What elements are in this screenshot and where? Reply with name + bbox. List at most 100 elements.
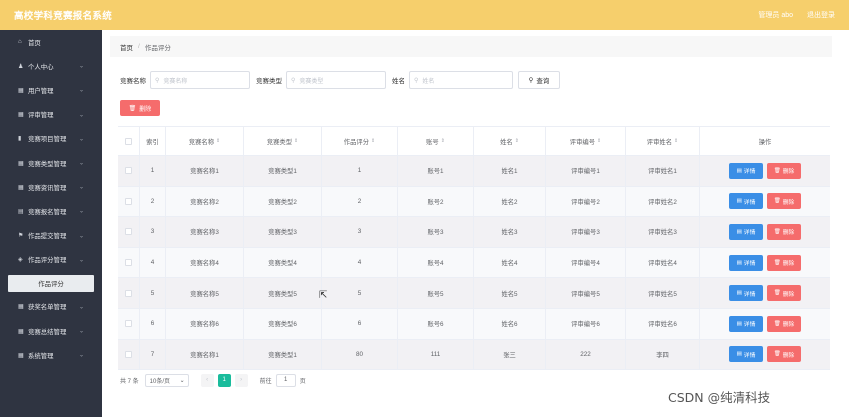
detail-icon: ▤	[736, 259, 742, 266]
cell-operations: ▤ 详情 🗑 删除	[700, 248, 830, 278]
header-name[interactable]: 姓名 ⇕	[474, 127, 546, 155]
cell-competition-name: 竞赛名称3	[166, 217, 244, 247]
cell-competition-name: 竞赛名称4	[166, 247, 244, 278]
mouse-cursor-icon: ⇱	[319, 290, 328, 301]
sidebar-item[interactable]: ▤ 竞赛报名管理 ⌄	[0, 199, 102, 223]
header-operations: 操作	[758, 138, 772, 146]
cell-competition-name: 竞赛名称5	[166, 278, 244, 308]
sort-icon: ⇕	[514, 138, 519, 144]
grid-icon: ▦	[18, 304, 24, 311]
row-checkbox[interactable]	[125, 350, 132, 358]
cell-work-score: 4	[322, 247, 398, 278]
sidebar-item[interactable]: ▦ 用户管理 ⌄	[0, 78, 102, 102]
next-page-button[interactable]: ›	[234, 373, 248, 387]
sidebar-item-label: 获奖名单管理	[28, 304, 67, 312]
delete-button[interactable]: 🗑 删除	[767, 223, 801, 240]
cell-name: 姓名2	[474, 186, 546, 217]
detail-button[interactable]: ▤ 详情	[729, 193, 763, 210]
current-user-label[interactable]: 管理员 abo	[758, 10, 793, 20]
delete-button[interactable]: 🗑 删除	[767, 162, 801, 179]
sidebar-item-label: 竞赛项目管理	[28, 136, 67, 144]
grid-icon: ▦	[18, 87, 24, 94]
detail-icon: ▤	[736, 320, 742, 327]
name-input[interactable]: ⚲ 姓名	[409, 71, 513, 89]
detail-button[interactable]: ▤ 详情	[729, 285, 763, 302]
detail-button[interactable]: ▤ 详情	[729, 315, 763, 332]
chevron-down-icon: ⌄	[78, 87, 84, 94]
logout-link[interactable]: 退出登录	[807, 10, 835, 20]
watermark-text: CSDN @纯清科技	[668, 390, 771, 405]
cell-reviewer-id: 评审编号2	[546, 186, 626, 217]
sidebar-subitem-work-score[interactable]: 作品评分	[8, 274, 94, 292]
sidebar-item[interactable]: ♟ 个人中心 ⌄	[0, 54, 102, 78]
competition-type-input[interactable]: ⚲ 竞赛类型	[286, 71, 386, 89]
select-all-checkbox[interactable]	[125, 137, 132, 145]
sidebar-item[interactable]: ▦ 竞赛总结管理 ⌄	[0, 319, 102, 343]
header-competition-type[interactable]: 竞赛类型 ⇕	[244, 127, 322, 155]
batch-delete-button[interactable]: 🗑 删除	[120, 100, 160, 116]
header-work-score[interactable]: 作品评分 ⇕	[322, 127, 398, 155]
sidebar-item[interactable]: ▦ 系统管理 ⌄	[0, 343, 102, 367]
query-button[interactable]: ⚲ 查询	[518, 71, 560, 89]
doc-icon: ▤	[18, 208, 24, 215]
cell-index: 7	[140, 339, 166, 370]
sidebar-item[interactable]: ⚑ 作品提交管理 ⌄	[0, 224, 102, 248]
delete-button[interactable]: 🗑 删除	[767, 285, 801, 302]
sidebar-item[interactable]: ▮ 竞赛项目管理 ⌄	[0, 127, 102, 151]
home-icon: ⌂	[18, 39, 22, 46]
sort-icon: ⇕	[215, 138, 221, 144]
trash-icon: 🗑	[773, 320, 781, 327]
header-reviewer-id[interactable]: 评审编号 ⇕	[546, 127, 626, 155]
search-icon: ⚲	[291, 77, 296, 84]
sidebar-item[interactable]: ▦ 竞赛类型管理 ⌄	[0, 151, 102, 175]
detail-button[interactable]: ▤ 详情	[729, 162, 763, 179]
cell-competition-name: 竞赛名称1	[166, 156, 244, 186]
table-row: 7 竞赛名称1 竞赛类型1 80 111 张三 222 李四 ▤ 详情 🗑 删除	[118, 339, 830, 371]
delete-button[interactable]: 🗑 删除	[767, 315, 801, 332]
cell-competition-type: 竞赛类型2	[244, 186, 322, 217]
detail-button[interactable]: ▤ 详情	[729, 223, 763, 240]
row-checkbox[interactable]	[125, 167, 132, 175]
delete-button[interactable]: 🗑 删除	[767, 346, 801, 363]
row-checkbox[interactable]	[125, 320, 132, 328]
sort-icon: ⇕	[673, 138, 679, 144]
page-number-current[interactable]: 1	[217, 373, 231, 387]
row-checkbox[interactable]	[125, 289, 132, 297]
detail-button[interactable]: ▤ 详情	[729, 254, 763, 271]
sidebar-item[interactable]: ◈ 作品评分管理 ⌄	[0, 248, 102, 272]
row-checkbox[interactable]	[125, 259, 132, 267]
grid-icon: ▦	[18, 184, 24, 191]
sidebar-item[interactable]: ▦ 评审管理 ⌄	[0, 103, 102, 127]
cell-competition-name: 竞赛名称6	[166, 308, 244, 339]
sidebar-item[interactable]: ▦ 获奖名单管理 ⌄	[0, 295, 102, 319]
trash-icon: 🗑	[773, 351, 781, 358]
goto-page-input[interactable]: 1	[275, 373, 296, 387]
main-content: 首页 / 作品评分 竞赛名称 ⚲ 竞赛名称 竞赛类型 ⚲ 竞赛类型 姓名 ⚲ 姓…	[102, 30, 849, 417]
cell-competition-type: 竞赛类型6	[244, 308, 322, 339]
prev-page-button[interactable]: ‹	[200, 373, 214, 387]
breadcrumb-home[interactable]: 首页	[120, 42, 133, 52]
competition-type-label: 竞赛类型	[256, 78, 282, 85]
cell-reviewer-name: 评审姓名4	[626, 247, 700, 278]
header-account[interactable]: 账号 ⇕	[398, 127, 474, 155]
sidebar-item-label: 首页	[28, 39, 41, 47]
delete-button[interactable]: 🗑 删除	[767, 254, 801, 271]
cell-work-score: 1	[322, 156, 398, 186]
cell-reviewer-name: 评审姓名2	[626, 186, 700, 217]
delete-button[interactable]: 🗑 删除	[767, 193, 801, 210]
competition-name-input[interactable]: ⚲ 竞赛名称	[150, 71, 250, 89]
table-row: 4 竞赛名称4 竞赛类型4 4 账号4 姓名4 评审编号4 评审姓名4 ▤ 详情 🗑 删除	[118, 247, 830, 279]
sidebar-item[interactable]: ▦ 竞赛资讯管理 ⌄	[0, 175, 102, 199]
cell-account: 账号1	[398, 156, 474, 186]
sidebar-item[interactable]: ⌂ 首页	[0, 30, 102, 54]
cell-reviewer-id: 评审编号6	[546, 308, 626, 339]
detail-button[interactable]: ▤ 详情	[729, 346, 763, 363]
header-reviewer-name[interactable]: 评审姓名 ⇕	[626, 127, 700, 155]
page-size-select[interactable]: 10条/页 ⌄	[144, 373, 189, 387]
row-checkbox[interactable]	[125, 197, 132, 205]
sidebar-item-label: 竞赛类型管理	[28, 160, 67, 168]
header-competition-name[interactable]: 竞赛名称 ⇕	[166, 127, 244, 155]
row-checkbox[interactable]	[125, 228, 132, 236]
cell-operations: ▤ 详情 🗑 删除	[700, 340, 830, 370]
header-user-area: 管理员 abo 退出登录	[758, 10, 835, 20]
